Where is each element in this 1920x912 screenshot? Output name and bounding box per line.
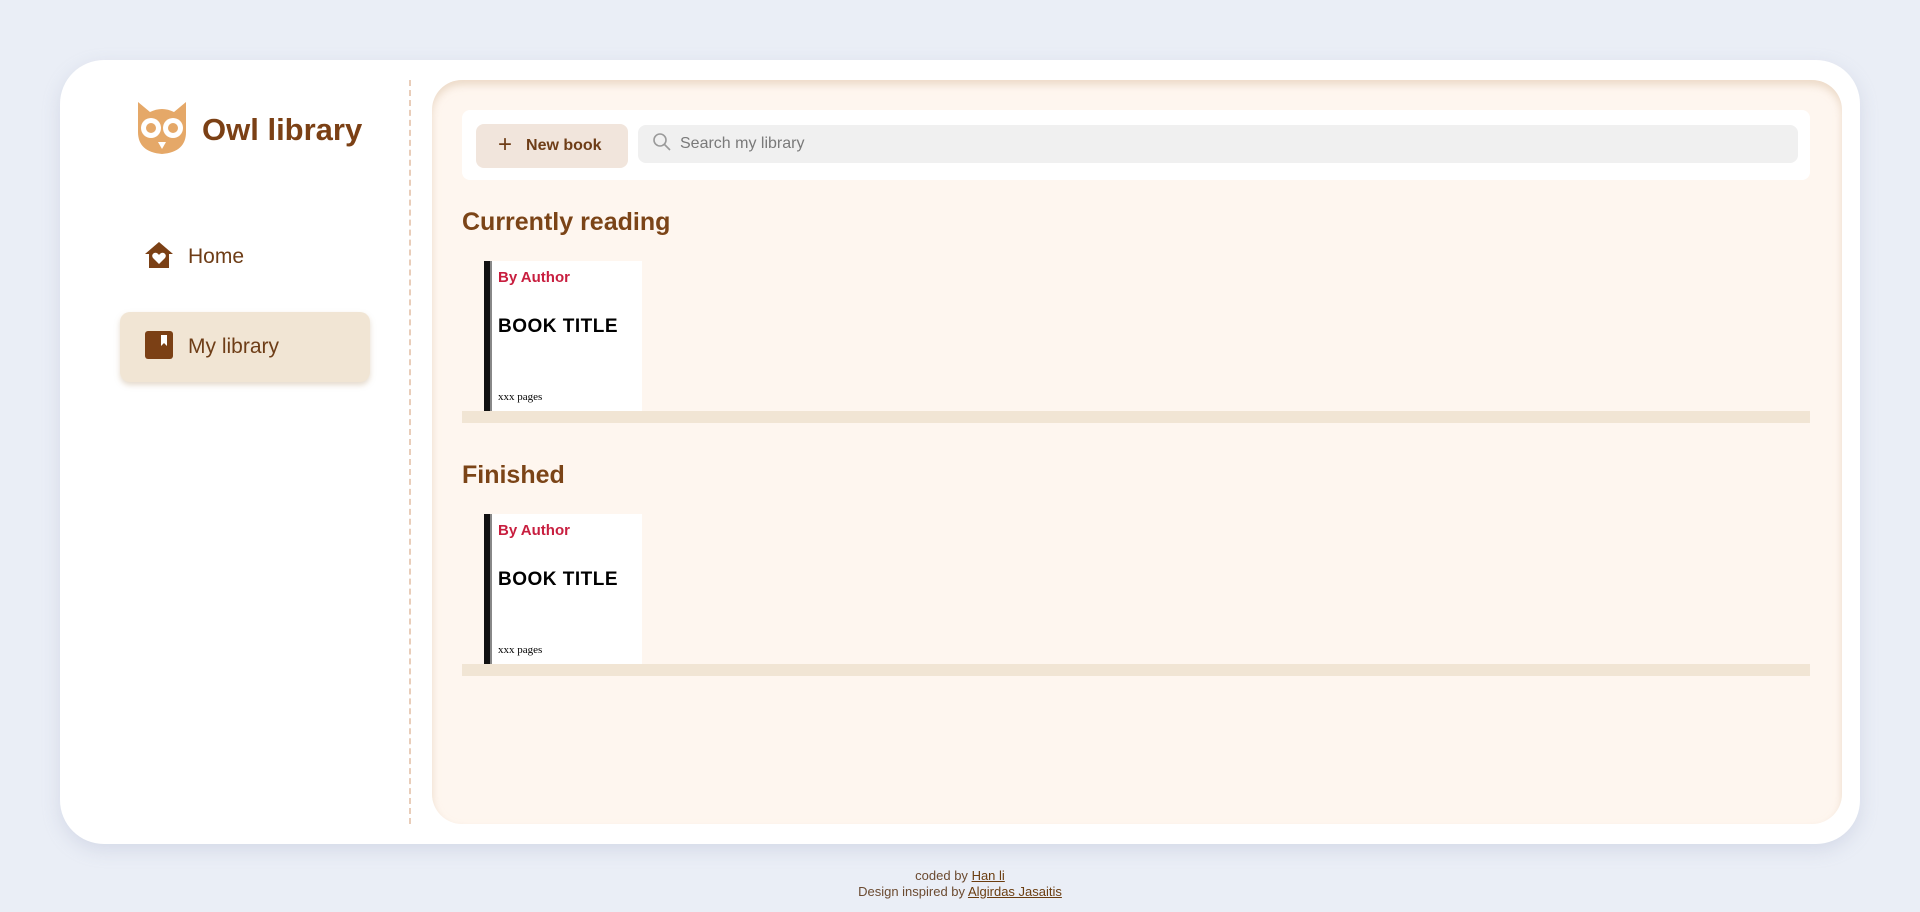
search-icon bbox=[652, 132, 672, 157]
sidebar-item-label: Home bbox=[188, 245, 245, 268]
bookmark-book-icon bbox=[144, 330, 174, 365]
search-input[interactable] bbox=[680, 135, 1780, 153]
book-author: By Author bbox=[498, 269, 570, 286]
shelf-finished bbox=[462, 664, 1810, 676]
brand-title: Owl library bbox=[202, 112, 363, 147]
sidebar-item-home[interactable]: Home bbox=[120, 222, 370, 292]
plus-icon: + bbox=[498, 131, 513, 158]
sidebar-item-my-library[interactable]: My library bbox=[120, 312, 370, 382]
library-main: + New book Currently reading By Author B… bbox=[432, 80, 1842, 824]
book-pages: xxx pages bbox=[498, 391, 543, 403]
app-window: Owl library Home My library + New book S… bbox=[60, 60, 1860, 844]
footer-credit-line: coded by Han li bbox=[0, 868, 1920, 884]
book-card[interactable]: By Author BOOK TITLE xxx pages bbox=[484, 261, 642, 411]
search-bar[interactable] bbox=[638, 125, 1798, 163]
footer-design-prefix: Design inspired by bbox=[858, 884, 966, 899]
toolbar: + New book bbox=[462, 110, 1810, 180]
footer-coded-prefix: coded by bbox=[915, 868, 968, 883]
book-title: BOOK TITLE bbox=[498, 316, 619, 337]
sidebar-item-label: My library bbox=[188, 335, 280, 358]
brand[interactable]: Owl library bbox=[132, 100, 362, 160]
section-title-currently-reading: Currently reading bbox=[462, 208, 671, 236]
shelf-currently-reading bbox=[462, 411, 1810, 423]
book-author: By Author bbox=[498, 522, 570, 539]
book-card[interactable]: By Author BOOK TITLE xxx pages bbox=[484, 514, 642, 664]
owl-icon bbox=[132, 98, 192, 163]
house-heart-icon bbox=[144, 240, 174, 275]
section-title-finished: Finished bbox=[462, 461, 565, 489]
sidebar: Owl library Home My library bbox=[60, 60, 410, 844]
footer: coded by Han li Design inspired by Algir… bbox=[0, 868, 1920, 900]
sidebar-divider bbox=[409, 80, 411, 824]
book-title: BOOK TITLE bbox=[498, 569, 619, 590]
footer-designer-link[interactable]: Algirdas Jasaitis bbox=[968, 884, 1062, 899]
book-pages: xxx pages bbox=[498, 644, 543, 656]
new-book-label: New book bbox=[526, 137, 602, 154]
footer-author-link[interactable]: Han li bbox=[972, 868, 1005, 883]
footer-design-line: Design inspired by Algirdas Jasaitis bbox=[0, 884, 1920, 900]
new-book-button[interactable]: + New book bbox=[476, 124, 628, 168]
